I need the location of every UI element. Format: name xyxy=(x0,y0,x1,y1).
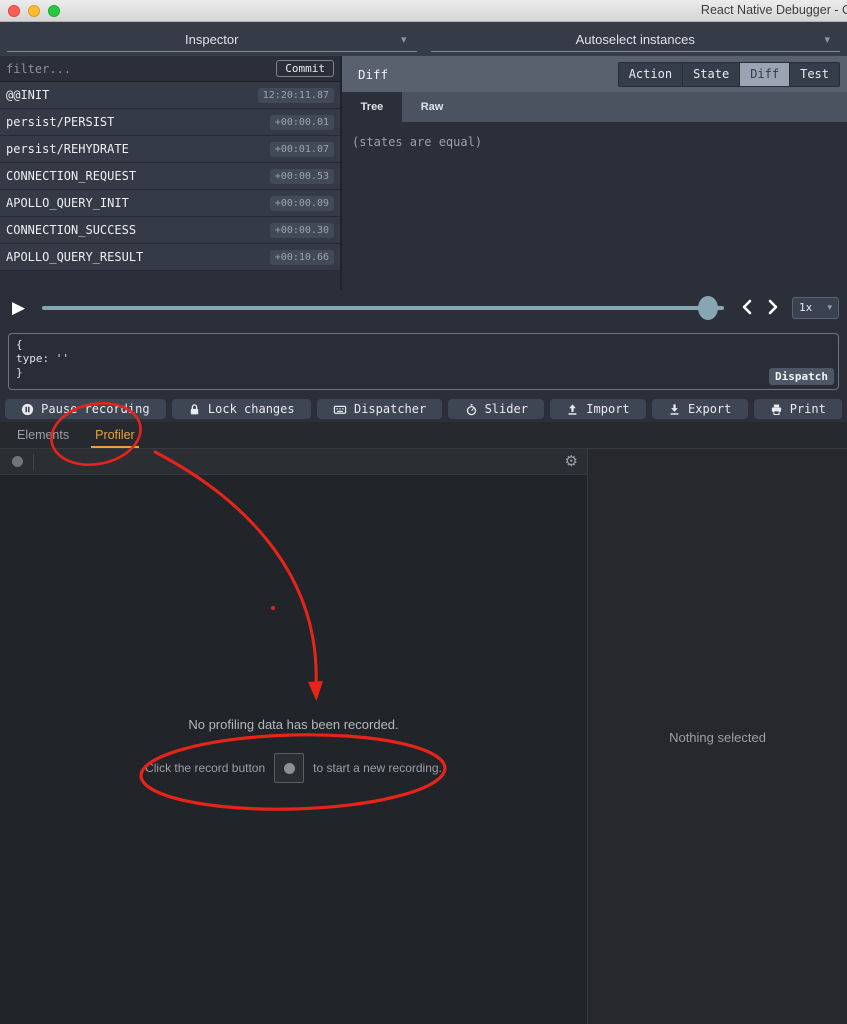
dropdown-underline xyxy=(7,51,417,52)
action-timestamp: +00:01.07 xyxy=(270,142,334,157)
record-dot-icon xyxy=(284,763,295,774)
diff-panel: Diff Action State Diff Test Tree Raw (st… xyxy=(340,56,847,290)
slider-thumb[interactable] xyxy=(698,296,718,320)
import-icon xyxy=(566,403,579,416)
react-native-debugger-window: React Native Debugger - C Inspector ▾ Au… xyxy=(0,0,847,1024)
profiler-detail-panel: Nothing selected xyxy=(588,449,847,1024)
minimize-window-button[interactable] xyxy=(28,5,40,17)
action-list-item[interactable]: CONNECTION_REQUEST +00:00.53 xyxy=(0,163,340,190)
mode-state-button[interactable]: State xyxy=(683,62,740,87)
diff-subtabs: Tree Raw xyxy=(342,92,847,122)
printer-icon xyxy=(770,403,783,416)
chevron-left-icon xyxy=(740,298,754,316)
chevron-right-icon xyxy=(766,298,780,316)
mode-diff-button[interactable]: Diff xyxy=(740,62,790,87)
action-timestamp: +00:00.09 xyxy=(270,196,334,211)
inspector-dropdown-label: Inspector xyxy=(185,32,238,47)
export-icon xyxy=(668,403,681,416)
step-forward-button[interactable] xyxy=(760,296,786,320)
react-devtools: Elements Profiler ⚙ No profiling data ha… xyxy=(0,422,847,1024)
import-button[interactable]: Import xyxy=(550,399,646,419)
empty-state-hint: Click the record button to start a new r… xyxy=(0,753,587,783)
empty-state-title: No profiling data has been recorded. xyxy=(0,717,587,732)
action-list-item[interactable]: persist/PERSIST +00:00.01 xyxy=(0,109,340,136)
inline-record-button[interactable] xyxy=(274,753,304,783)
diff-panel-title: Diff xyxy=(358,67,618,82)
action-timestamp: +00:10.66 xyxy=(270,250,334,265)
lock-icon xyxy=(188,403,201,416)
tab-tree[interactable]: Tree xyxy=(342,92,402,122)
dropdown-underline xyxy=(431,51,841,52)
pause-icon xyxy=(21,403,34,416)
action-list-item[interactable]: APOLLO_QUERY_RESULT +00:10.66 xyxy=(0,244,340,271)
commit-button[interactable]: Commit xyxy=(276,60,334,77)
step-back-button[interactable] xyxy=(734,296,760,320)
keyboard-icon xyxy=(333,403,347,416)
timeline-slider[interactable] xyxy=(42,295,724,321)
action-list-panel: Commit @@INIT 12:20:11.87 persist/PERSIS… xyxy=(0,56,340,290)
profiler-toolbar: ⚙ xyxy=(0,449,587,475)
playback-speed-dropdown[interactable]: 1x ▾ xyxy=(792,297,839,319)
export-button[interactable]: Export xyxy=(652,399,748,419)
action-timestamp: +00:00.30 xyxy=(270,223,334,238)
settings-gear-icon[interactable]: ⚙ xyxy=(565,454,578,469)
action-list-item[interactable]: CONNECTION_SUCCESS +00:00.30 xyxy=(0,217,340,244)
action-timestamp: +00:00.01 xyxy=(270,115,334,130)
play-button[interactable]: ▶ xyxy=(12,298,38,318)
dispatch-button[interactable]: Dispatch xyxy=(769,368,834,385)
nothing-selected-text: Nothing selected xyxy=(588,730,847,745)
playback-speed-value: 1x xyxy=(799,301,827,314)
record-button[interactable] xyxy=(12,456,23,467)
toolbar-divider xyxy=(33,454,34,470)
traffic-lights xyxy=(8,5,60,17)
window-title: React Native Debugger - C xyxy=(701,3,847,17)
chevron-down-icon: ▾ xyxy=(827,302,832,313)
mode-action-button[interactable]: Action xyxy=(618,62,683,87)
window-titlebar: React Native Debugger - C xyxy=(0,0,847,22)
tab-profiler[interactable]: Profiler xyxy=(91,428,139,448)
redux-devtools-top: Commit @@INIT 12:20:11.87 persist/PERSIS… xyxy=(0,56,847,290)
autoselect-dropdown-label: Autoselect instances xyxy=(576,32,695,47)
chevron-down-icon: ▾ xyxy=(824,33,830,46)
dispatcher-code-line: { xyxy=(16,338,831,352)
print-button[interactable]: Print xyxy=(754,399,842,419)
filter-input[interactable] xyxy=(6,62,276,76)
action-list-item[interactable]: @@INIT 12:20:11.87 xyxy=(0,82,340,109)
profiler-body: ⚙ No profiling data has been recorded. C… xyxy=(0,449,847,1024)
diff-content: (states are equal) xyxy=(342,122,847,290)
tab-raw[interactable]: Raw xyxy=(402,92,462,122)
top-nav: Inspector ▾ Autoselect instances ▾ xyxy=(0,22,847,56)
dispatcher-toggle-button[interactable]: Dispatcher xyxy=(317,399,443,419)
dispatcher-code-line: type: '' xyxy=(16,352,831,366)
react-devtools-tabbar: Elements Profiler xyxy=(0,422,847,449)
profiler-main-panel: ⚙ No profiling data has been recorded. C… xyxy=(0,449,588,1024)
mode-test-button[interactable]: Test xyxy=(790,62,840,87)
pause-recording-button[interactable]: Pause recording xyxy=(5,399,166,419)
diff-panel-header: Diff Action State Diff Test xyxy=(342,56,847,92)
slider-toggle-button[interactable]: Slider xyxy=(448,399,544,419)
autoselect-instances-dropdown[interactable]: Autoselect instances ▾ xyxy=(424,22,847,56)
dispatcher-editor[interactable]: { type: '' } Dispatch xyxy=(8,333,839,390)
action-list-item[interactable]: APOLLO_QUERY_INIT +00:00.09 xyxy=(0,190,340,217)
action-timestamp: +00:00.53 xyxy=(270,169,334,184)
zoom-window-button[interactable] xyxy=(48,5,60,17)
lock-changes-button[interactable]: Lock changes xyxy=(172,399,311,419)
tab-elements[interactable]: Elements xyxy=(13,428,73,448)
hint-text-before: Click the record button xyxy=(145,761,265,775)
action-list-item[interactable]: persist/REHYDRATE +00:01.07 xyxy=(0,136,340,163)
profiler-empty-state: No profiling data has been recorded. Cli… xyxy=(0,475,587,1024)
hint-text-after: to start a new recording. xyxy=(313,761,442,775)
chevron-down-icon: ▾ xyxy=(401,33,407,46)
inspector-mode-group: Action State Diff Test xyxy=(618,62,840,87)
filter-row: Commit xyxy=(0,56,340,82)
dispatcher-zone: { type: '' } Dispatch xyxy=(0,325,847,396)
action-timestamp: 12:20:11.87 xyxy=(258,88,334,103)
slider-track xyxy=(42,306,724,310)
devtools-button-row: Pause recording Lock changes Dispatcher xyxy=(0,396,847,422)
dispatcher-code-line: } xyxy=(16,366,831,380)
close-window-button[interactable] xyxy=(8,5,20,17)
stopwatch-icon xyxy=(465,403,478,416)
inspector-dropdown[interactable]: Inspector ▾ xyxy=(0,22,424,56)
playback-controls: ▶ 1x ▾ xyxy=(0,290,847,325)
